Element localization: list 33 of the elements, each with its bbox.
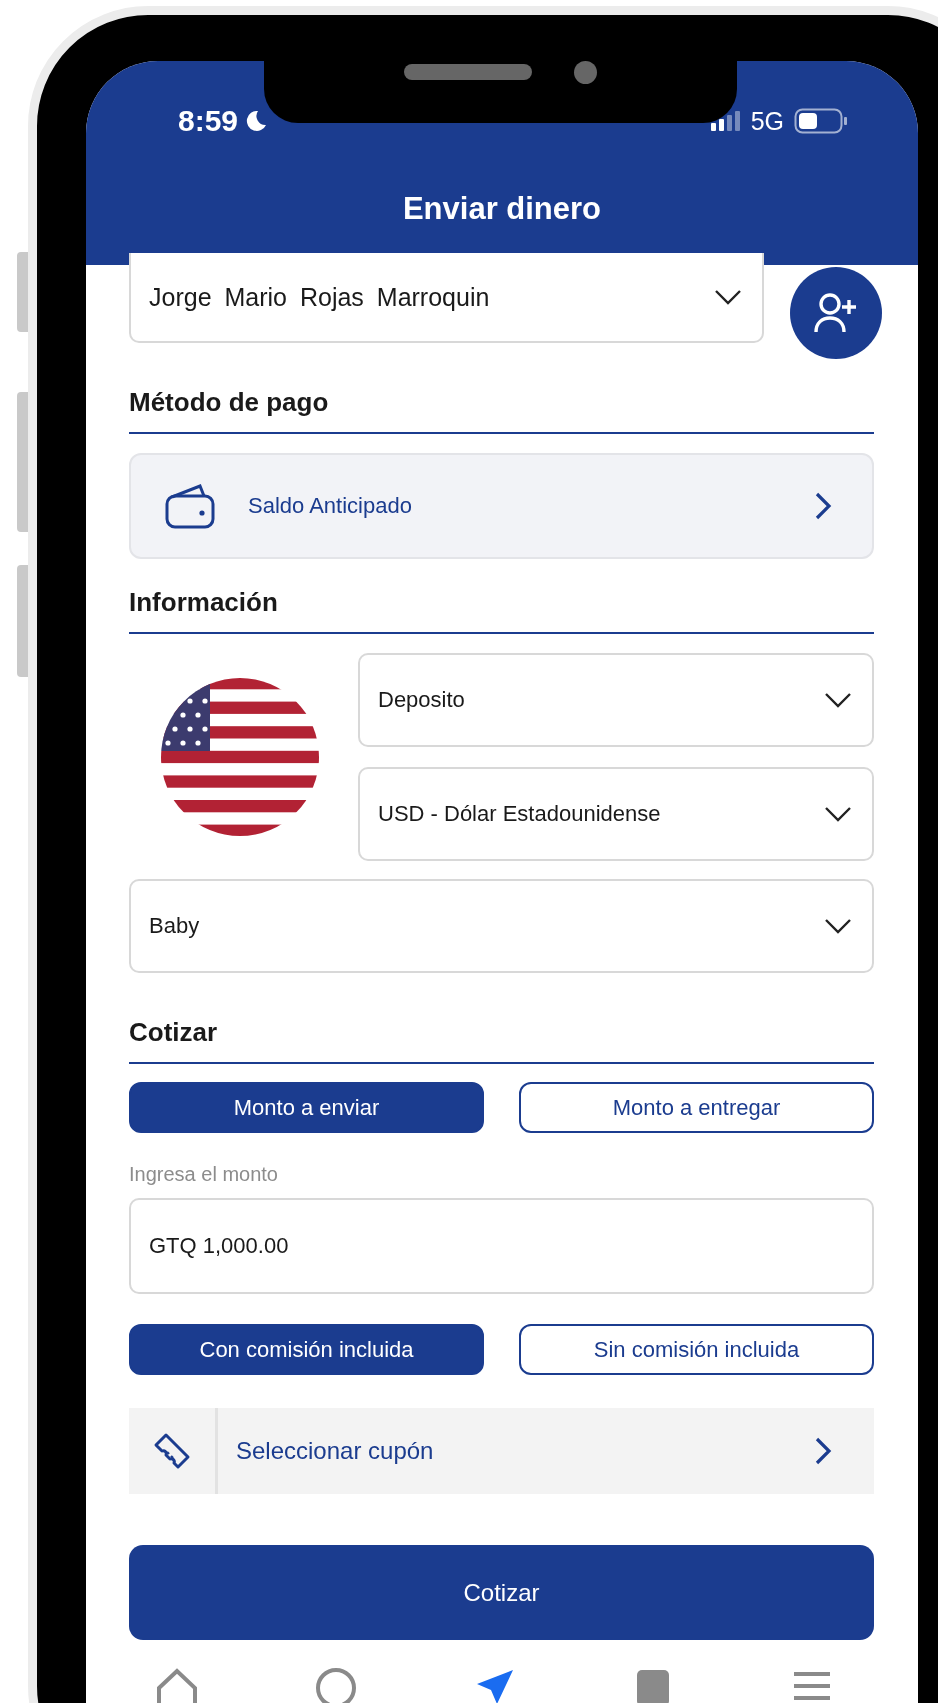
chevron-down-icon bbox=[824, 806, 852, 822]
quote-button[interactable]: Cotizar bbox=[129, 1545, 874, 1640]
amount-input[interactable]: GTQ 1,000.00 bbox=[129, 1198, 874, 1294]
field-label: Ingresa el monto bbox=[129, 1163, 279, 1186]
flag-icon bbox=[160, 677, 320, 837]
chevron-down-icon bbox=[824, 918, 852, 934]
add-person-icon bbox=[813, 292, 859, 334]
section-heading: Cotizar bbox=[129, 1017, 874, 1064]
ticket-icon bbox=[152, 1431, 192, 1471]
network-label: 5G bbox=[750, 106, 784, 136]
dropdown-field[interactable]: USD - Dólar Estadounidense bbox=[358, 767, 874, 861]
section-heading: Método de pago bbox=[129, 387, 874, 434]
amount-mode-toggle[interactable]: Monto a entregar bbox=[519, 1082, 874, 1133]
signal-icon bbox=[710, 111, 741, 131]
commission-toggle[interactable]: Sin comisión incluida bbox=[519, 1324, 874, 1375]
recipient-dropdown[interactable]: Jorge Mario Rojas Marroquin bbox=[129, 253, 764, 343]
house-icon[interactable] bbox=[155, 1666, 199, 1703]
chevron-down-icon bbox=[714, 289, 742, 305]
wallet-icon bbox=[164, 483, 216, 529]
section-heading: Información bbox=[129, 587, 874, 634]
commission-toggle[interactable]: Con comisión incluida bbox=[129, 1324, 484, 1375]
chevron-right-icon bbox=[814, 491, 832, 521]
amount-mode-toggle[interactable]: Monto a enviar bbox=[129, 1082, 484, 1133]
chevron-down-icon bbox=[824, 692, 852, 708]
coupon-row[interactable]: Seleccionar cupón bbox=[129, 1408, 874, 1494]
battery-icon bbox=[794, 108, 848, 134]
screen-title: Enviar dinero bbox=[401, 191, 603, 227]
moon-icon bbox=[244, 109, 269, 133]
dropdown-field[interactable]: Baby bbox=[129, 879, 874, 973]
chevron-right-icon bbox=[814, 1436, 832, 1466]
payment-method-card[interactable]: Saldo Anticipado bbox=[129, 453, 874, 559]
dropdown-field[interactable]: Deposito bbox=[358, 653, 874, 747]
status-time: 8:59 bbox=[178, 104, 239, 138]
